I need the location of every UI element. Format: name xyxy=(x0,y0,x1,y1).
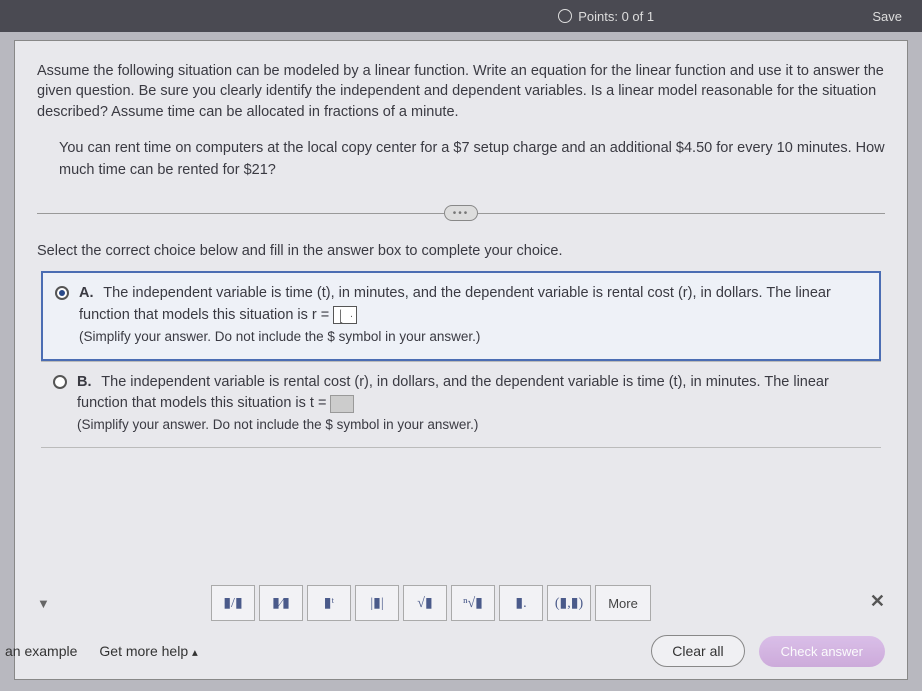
palette-sqrt[interactable]: √▮ xyxy=(403,585,447,621)
points-label: Points: 0 of 1 xyxy=(578,9,654,24)
choice-a-note: (Simplify your answer. Do not include th… xyxy=(79,329,480,344)
palette-prev-icon[interactable]: ▼ xyxy=(37,596,51,610)
choice-a-label: A. xyxy=(79,285,94,301)
radio-a[interactable] xyxy=(55,286,69,300)
problem-scenario: You can rent time on computers at the lo… xyxy=(37,136,885,200)
answer-input-b[interactable] xyxy=(330,395,354,413)
view-example-link[interactable]: an example xyxy=(5,643,77,659)
palette-abs[interactable]: |▮| xyxy=(355,585,399,621)
problem-intro: Assume the following situation can be mo… xyxy=(37,61,885,122)
math-palette: ▮/▮ ▮⁄▮ ▮ᵗ |▮| √▮ ⁿ√▮ ▮. (▮,▮) More xyxy=(211,585,651,621)
top-bar: Points: 0 of 1 Save xyxy=(0,0,922,32)
choice-a[interactable]: A. The independent variable is time (t),… xyxy=(41,271,881,360)
check-answer-button[interactable]: Check answer xyxy=(759,636,885,667)
divider-handle-icon[interactable]: ••• xyxy=(444,205,479,221)
palette-exponent[interactable]: ▮ᵗ xyxy=(307,585,351,621)
palette-subscript[interactable]: ▮. xyxy=(499,585,543,621)
question-panel: Assume the following situation can be mo… xyxy=(14,40,908,680)
math-palette-row: ▼ ▮/▮ ▮⁄▮ ▮ᵗ |▮| √▮ ⁿ√▮ ▮. (▮,▮) More ✕ xyxy=(37,585,885,621)
palette-more[interactable]: More xyxy=(595,585,651,621)
palette-mixed-fraction[interactable]: ▮⁄▮ xyxy=(259,585,303,621)
choice-b[interactable]: B. The independent variable is rental co… xyxy=(41,362,881,447)
save-button[interactable]: Save xyxy=(872,9,902,24)
get-help-link[interactable]: Get more help ▴ xyxy=(99,643,197,659)
choice-b-label: B. xyxy=(77,374,92,390)
palette-nroot[interactable]: ⁿ√▮ xyxy=(451,585,495,621)
instruction-text: Select the correct choice below and fill… xyxy=(37,243,885,259)
clear-all-button[interactable]: Clear all xyxy=(651,635,744,667)
close-palette-icon[interactable]: ✕ xyxy=(870,591,885,612)
points-icon xyxy=(558,9,572,23)
choice-a-text: The independent variable is time (t), in… xyxy=(79,285,831,323)
choice-b-note: (Simplify your answer. Do not include th… xyxy=(77,417,478,432)
footer-row: an example Get more help ▴ Clear all Che… xyxy=(15,635,885,667)
radio-b[interactable] xyxy=(53,375,67,389)
palette-fraction[interactable]: ▮/▮ xyxy=(211,585,255,621)
palette-ordered-pair[interactable]: (▮,▮) xyxy=(547,585,591,621)
section-divider: ••• xyxy=(37,205,885,221)
answer-input-a[interactable] xyxy=(333,306,357,324)
choice-b-text: The independent variable is rental cost … xyxy=(77,374,829,412)
